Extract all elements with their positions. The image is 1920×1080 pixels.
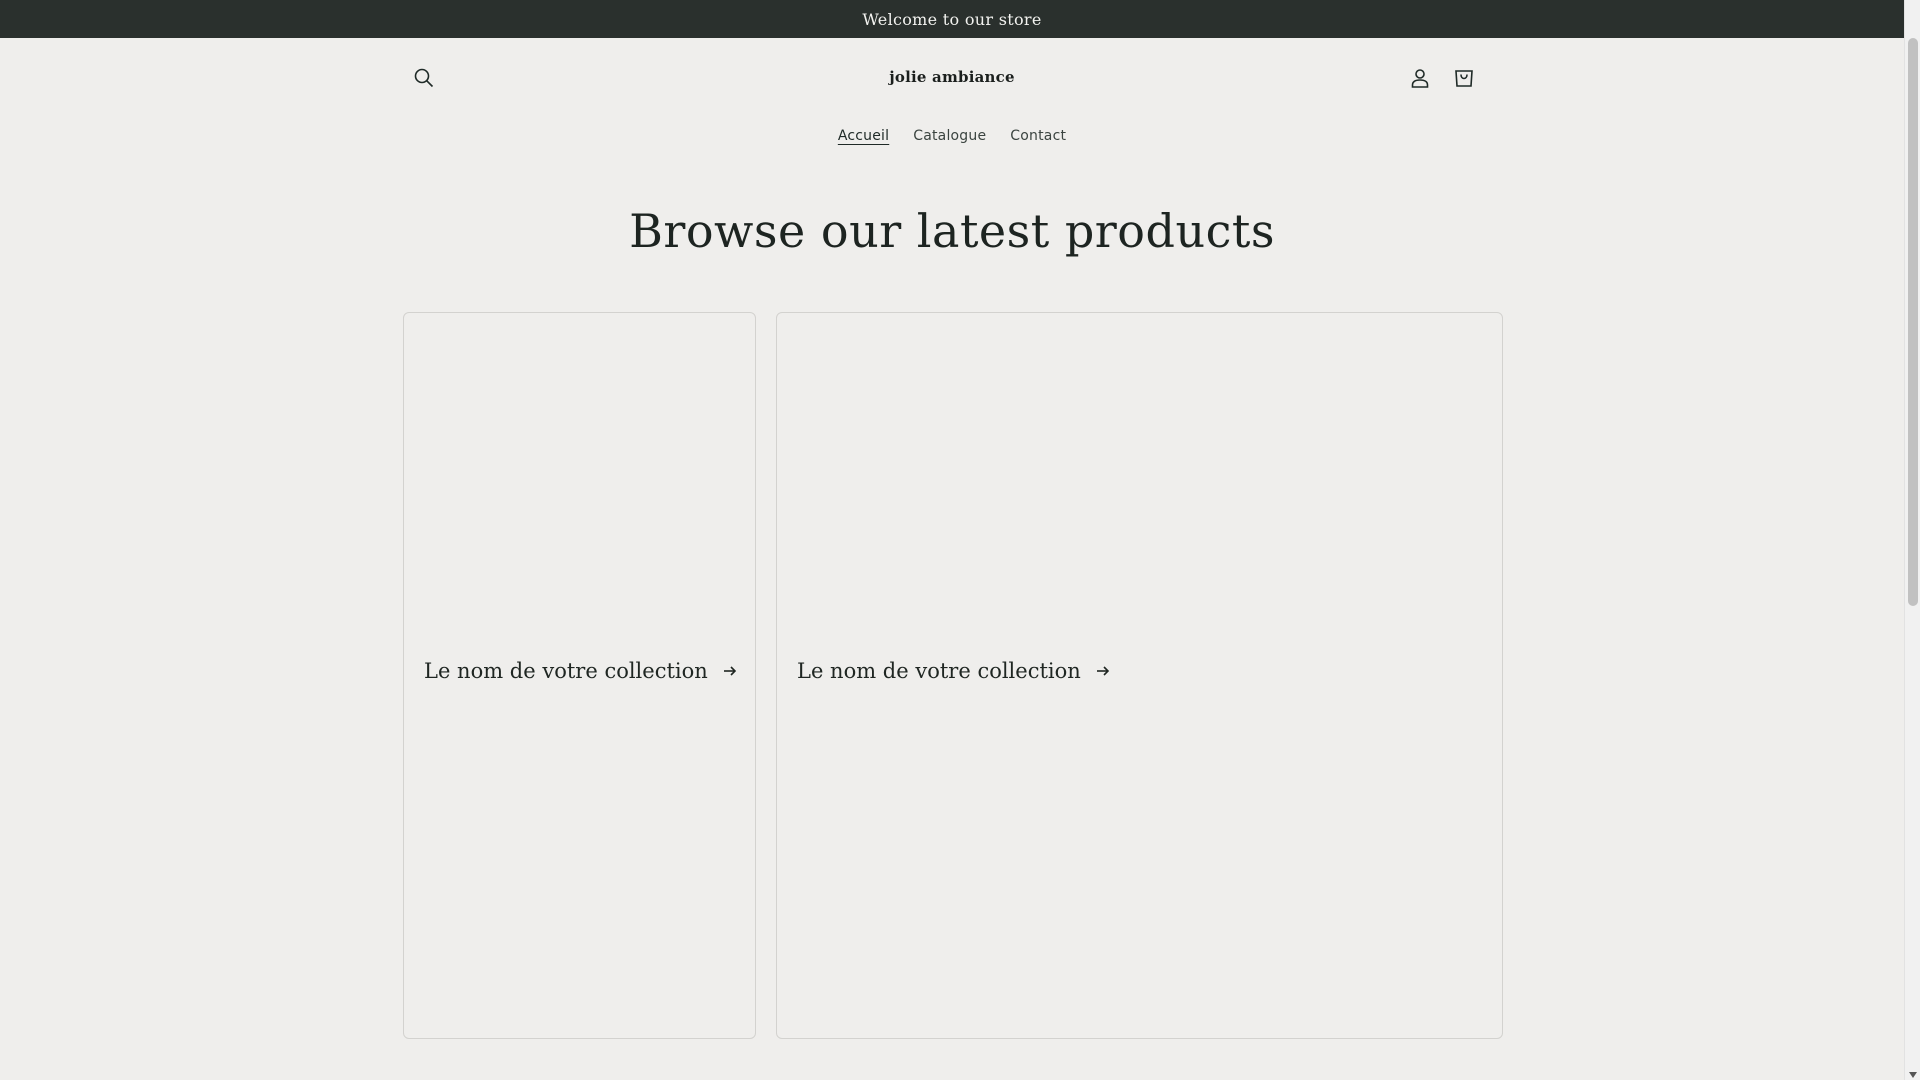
nav-item-accueil[interactable]: Accueil — [828, 124, 899, 158]
announcement-text: Welcome to our store — [862, 9, 1042, 29]
user-icon — [1409, 67, 1431, 93]
collection-card[interactable]: Le nom de votre collection — [403, 312, 756, 1039]
collection-card-title[interactable]: Le nom de votre collection — [797, 659, 1111, 683]
site-header: jolie ambiance Accueil Catalogue Contact — [0, 38, 1904, 170]
search-icon — [413, 67, 435, 93]
scroll-down-arrow-icon[interactable] — [1909, 1072, 1917, 1078]
page-title: Browse our latest products — [629, 204, 1275, 258]
cart-button[interactable] — [1442, 58, 1486, 102]
collection-title-text: Le nom de votre collection — [424, 659, 708, 683]
page-scrollbar[interactable] — [1904, 0, 1920, 1080]
store-logo[interactable]: jolie ambiance — [802, 68, 1102, 86]
arrow-right-icon — [722, 663, 738, 679]
search-button[interactable] — [402, 58, 446, 102]
account-button[interactable] — [1398, 58, 1442, 102]
main-nav: Accueil Catalogue Contact — [0, 124, 1904, 158]
scrollbar-thumb[interactable] — [1908, 38, 1918, 606]
announcement-bar: Welcome to our store — [0, 0, 1904, 38]
collection-card[interactable]: Le nom de votre collection — [776, 312, 1503, 1039]
header-row: jolie ambiance — [402, 58, 1502, 102]
arrow-right-icon — [1095, 663, 1111, 679]
nav-item-contact[interactable]: Contact — [1000, 124, 1076, 158]
store-page: Welcome to our store jolie ambiance Accu… — [0, 0, 1920, 1080]
collection-title-text: Le nom de votre collection — [797, 659, 1081, 683]
collection-card-title[interactable]: Le nom de votre collection — [424, 659, 738, 683]
nav-item-catalogue[interactable]: Catalogue — [903, 124, 996, 158]
cart-icon — [1453, 67, 1475, 93]
